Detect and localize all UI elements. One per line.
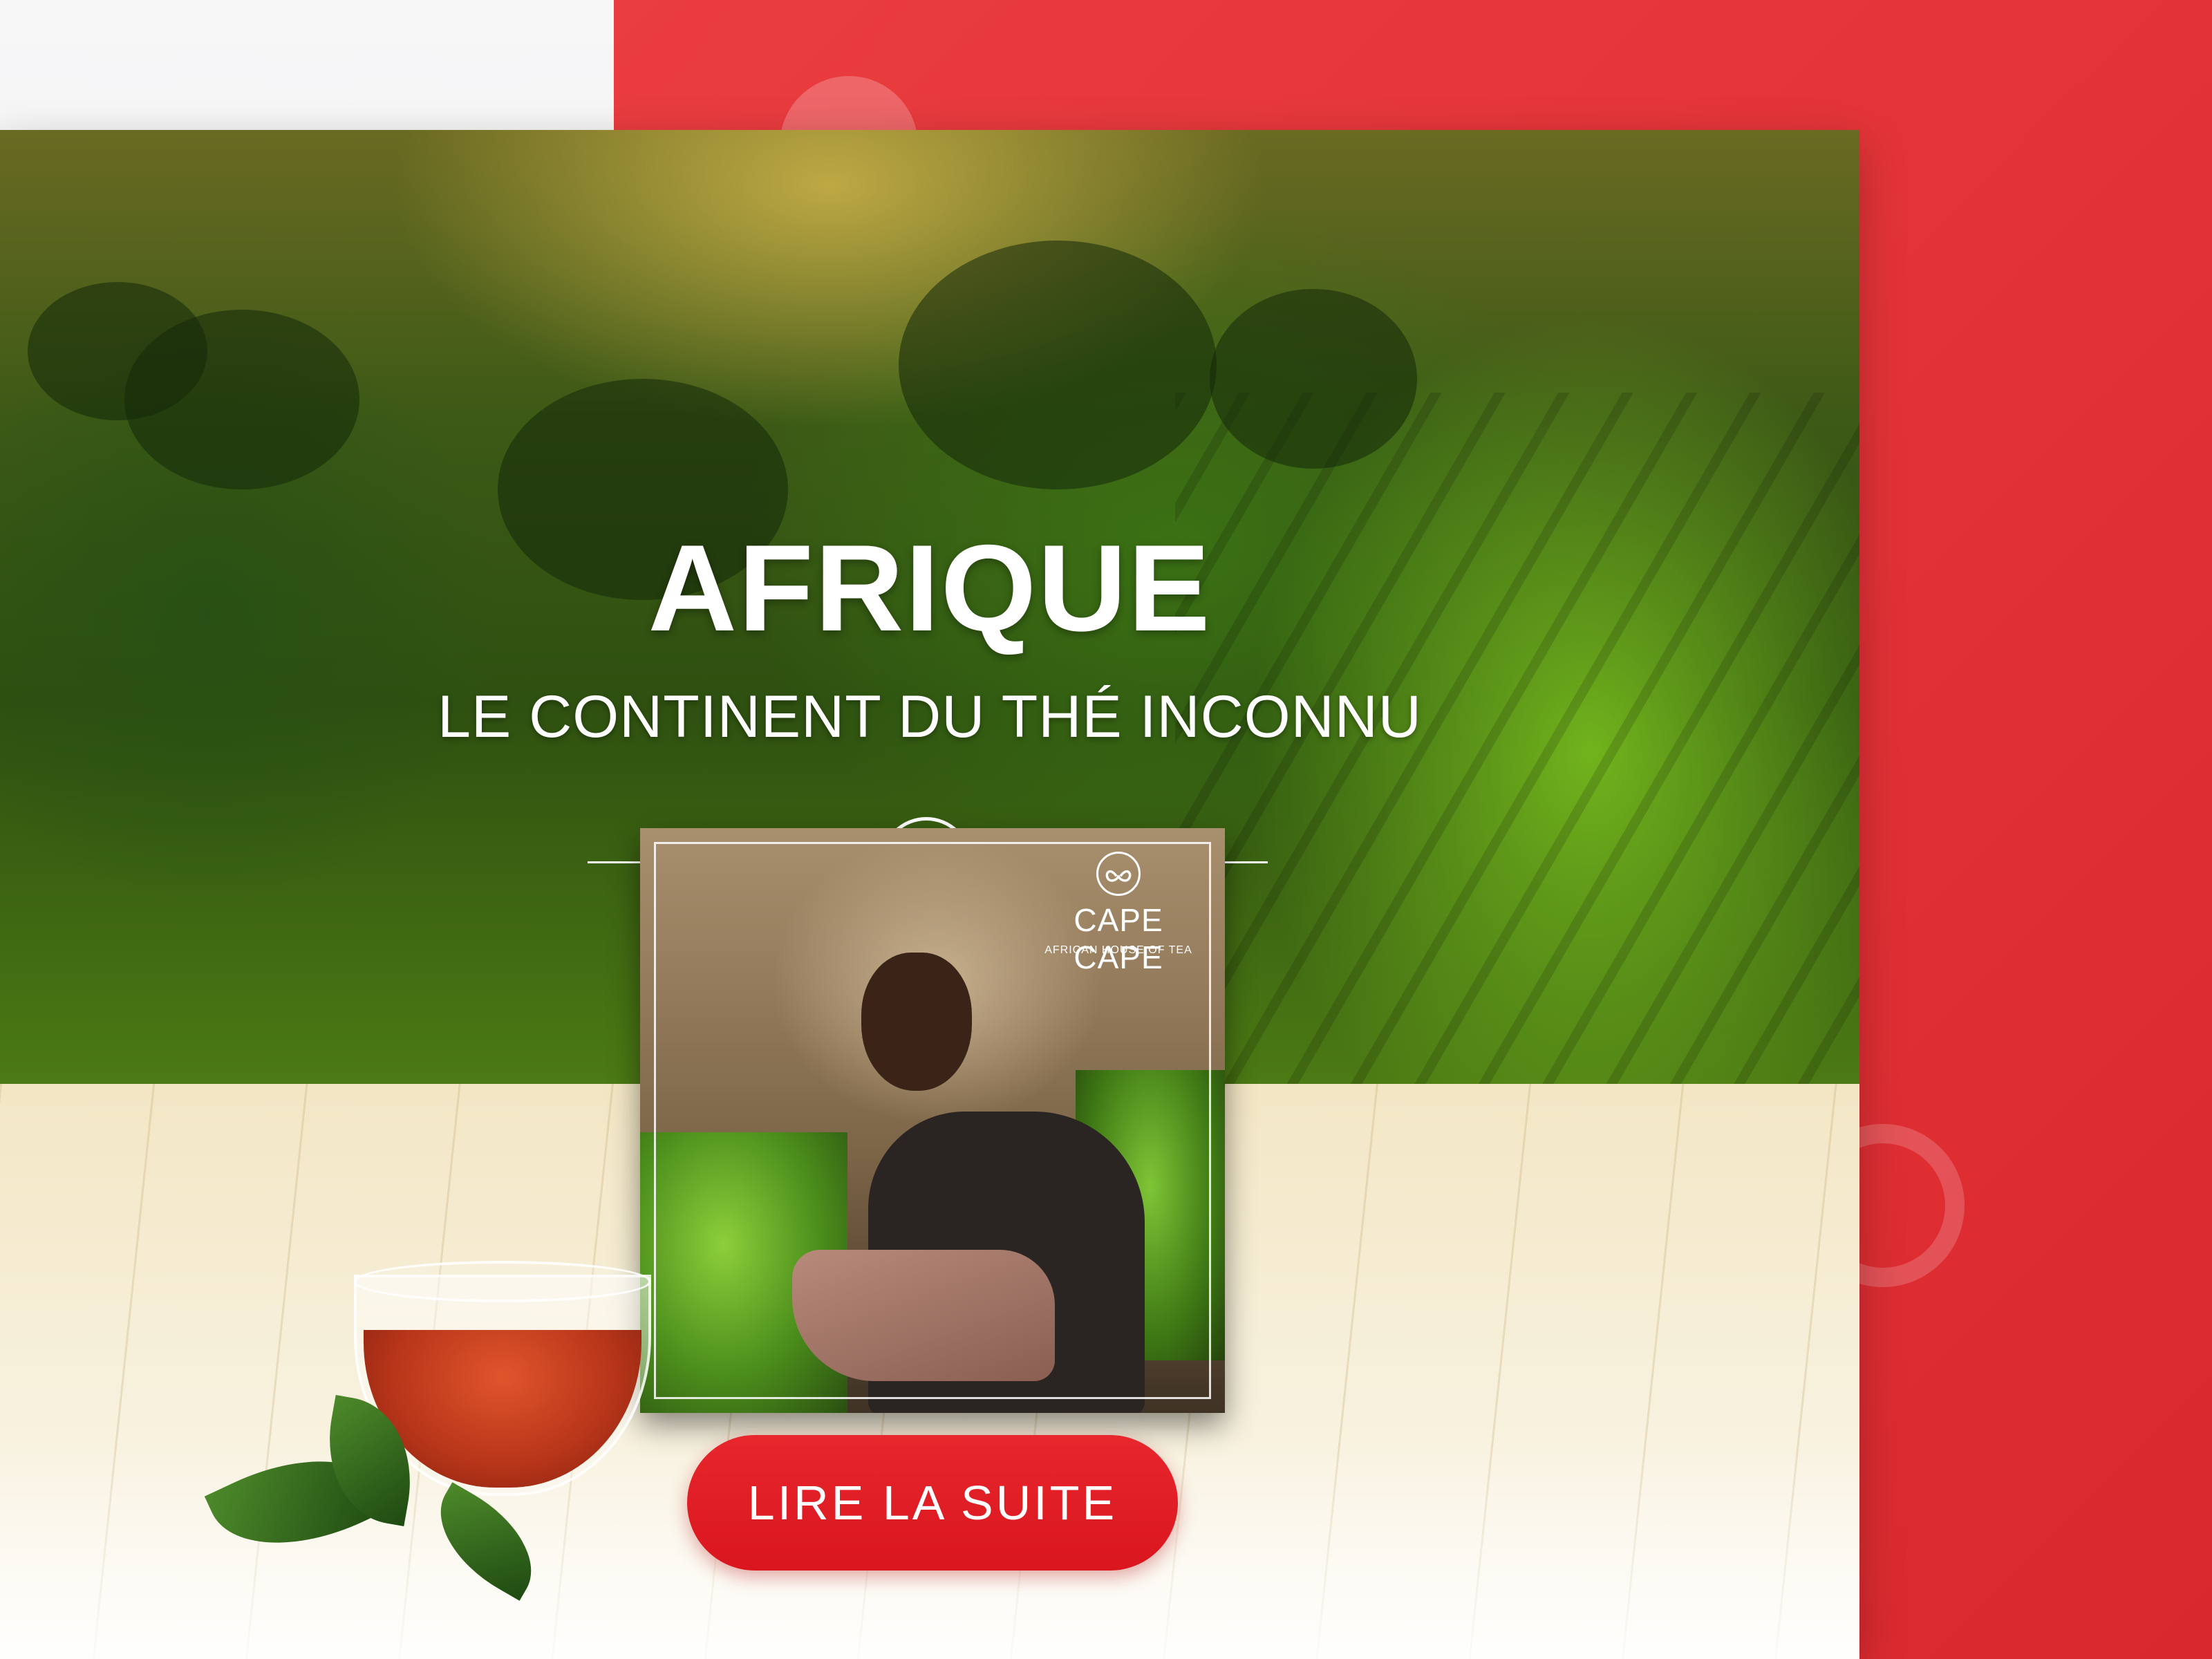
brand-tagline: AFRICAN HOUSE OF TEA xyxy=(1044,944,1192,956)
hero-title: AFRIQUE xyxy=(648,519,1212,657)
hero-card: AFRIQUE LE CONTINENT DU THÉ INCONNU CAPE… xyxy=(0,130,1859,1659)
read-more-button[interactable]: LIRE LA SUITE xyxy=(687,1435,1178,1571)
brand-monogram-icon xyxy=(1096,852,1141,896)
tea-product-image[interactable]: CAPE CAPE AFRICAN HOUSE OF TEA xyxy=(640,828,1225,1413)
hero-subtitle: LE CONTINENT DU THÉ INCONNU xyxy=(438,684,1422,750)
brand-name: CAPE CAPE xyxy=(1074,902,1163,975)
